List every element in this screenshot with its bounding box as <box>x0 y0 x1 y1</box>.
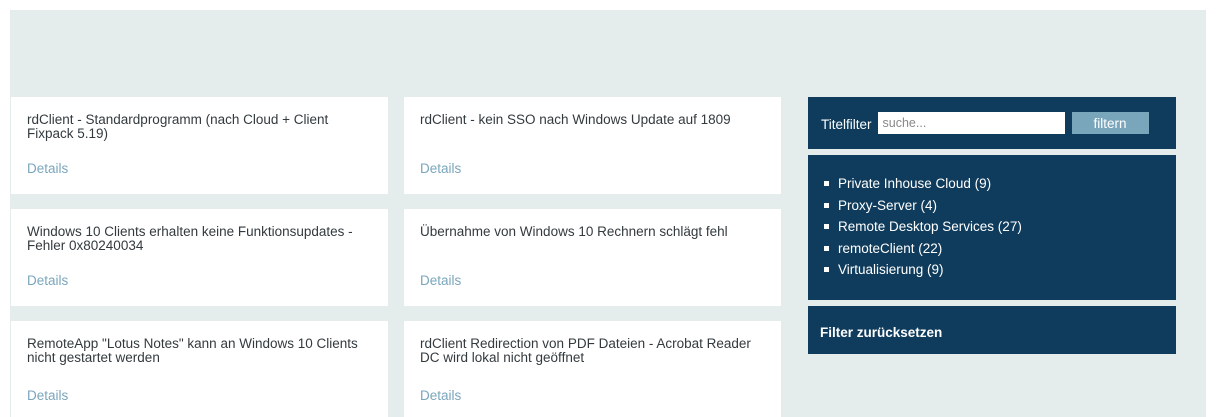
details-link[interactable]: Details <box>27 388 68 403</box>
article-card: RemoteApp "Lotus Notes" kann an Windows … <box>11 321 388 417</box>
search-input[interactable] <box>877 112 1065 134</box>
bullet-icon <box>824 181 829 187</box>
article-title: rdClient - Standardprogramm (nach Cloud … <box>27 112 329 141</box>
details-link[interactable]: Details <box>420 388 461 403</box>
article-card: rdClient - Standardprogramm (nach Cloud … <box>11 97 388 194</box>
details-link[interactable]: Details <box>420 161 461 176</box>
details-link[interactable]: Details <box>27 161 68 176</box>
category-panel: Private Inhouse Cloud (9) Proxy-Server (… <box>808 155 1176 300</box>
article-title: Windows 10 Clients erhalten keine Funkti… <box>27 224 353 253</box>
article-title: rdClient Redirection von PDF Dateien - A… <box>420 336 751 365</box>
bullet-icon <box>824 202 829 208</box>
category-label: Private Inhouse Cloud (9) <box>838 176 992 191</box>
category-item[interactable]: remoteClient (22) <box>824 238 1176 260</box>
details-link[interactable]: Details <box>27 273 68 288</box>
article-card: Übernahme von Windows 10 Rechnern schläg… <box>404 209 781 306</box>
article-title: RemoteApp "Lotus Notes" kann an Windows … <box>27 336 358 365</box>
filter-button[interactable]: filtern <box>1071 112 1149 134</box>
article-card: rdClient - kein SSO nach Windows Update … <box>404 97 781 194</box>
bullet-icon <box>824 267 829 273</box>
category-label: Remote Desktop Services (27) <box>838 219 1022 234</box>
category-label: Proxy-Server (4) <box>838 197 938 213</box>
article-card: rdClient Redirection von PDF Dateien - A… <box>404 321 781 417</box>
category-item[interactable]: Virtualisierung (9) <box>824 259 1176 281</box>
category-label: remoteClient (22) <box>838 240 943 256</box>
article-title: rdClient - kein SSO nach Windows Update … <box>420 112 731 127</box>
article-title: Übernahme von Windows 10 Rechnern schläg… <box>420 224 728 239</box>
category-item[interactable]: Private Inhouse Cloud (9) <box>824 173 1176 195</box>
reset-filter-button[interactable]: Filter zurücksetzen <box>808 306 1176 354</box>
category-label: Virtualisierung (9) <box>838 262 944 277</box>
details-link[interactable]: Details <box>420 273 461 288</box>
category-list: Private Inhouse Cloud (9) Proxy-Server (… <box>824 173 1176 281</box>
category-item[interactable]: Proxy-Server (4) <box>824 195 1176 217</box>
title-filter-label: Titelfilter <box>821 117 872 132</box>
category-item[interactable]: Remote Desktop Services (27) <box>824 216 1176 238</box>
article-card: Windows 10 Clients erhalten keine Funkti… <box>11 209 388 306</box>
title-filter-panel: Titelfilter filtern <box>808 97 1176 149</box>
bullet-icon <box>824 245 829 251</box>
bullet-icon <box>824 224 829 230</box>
